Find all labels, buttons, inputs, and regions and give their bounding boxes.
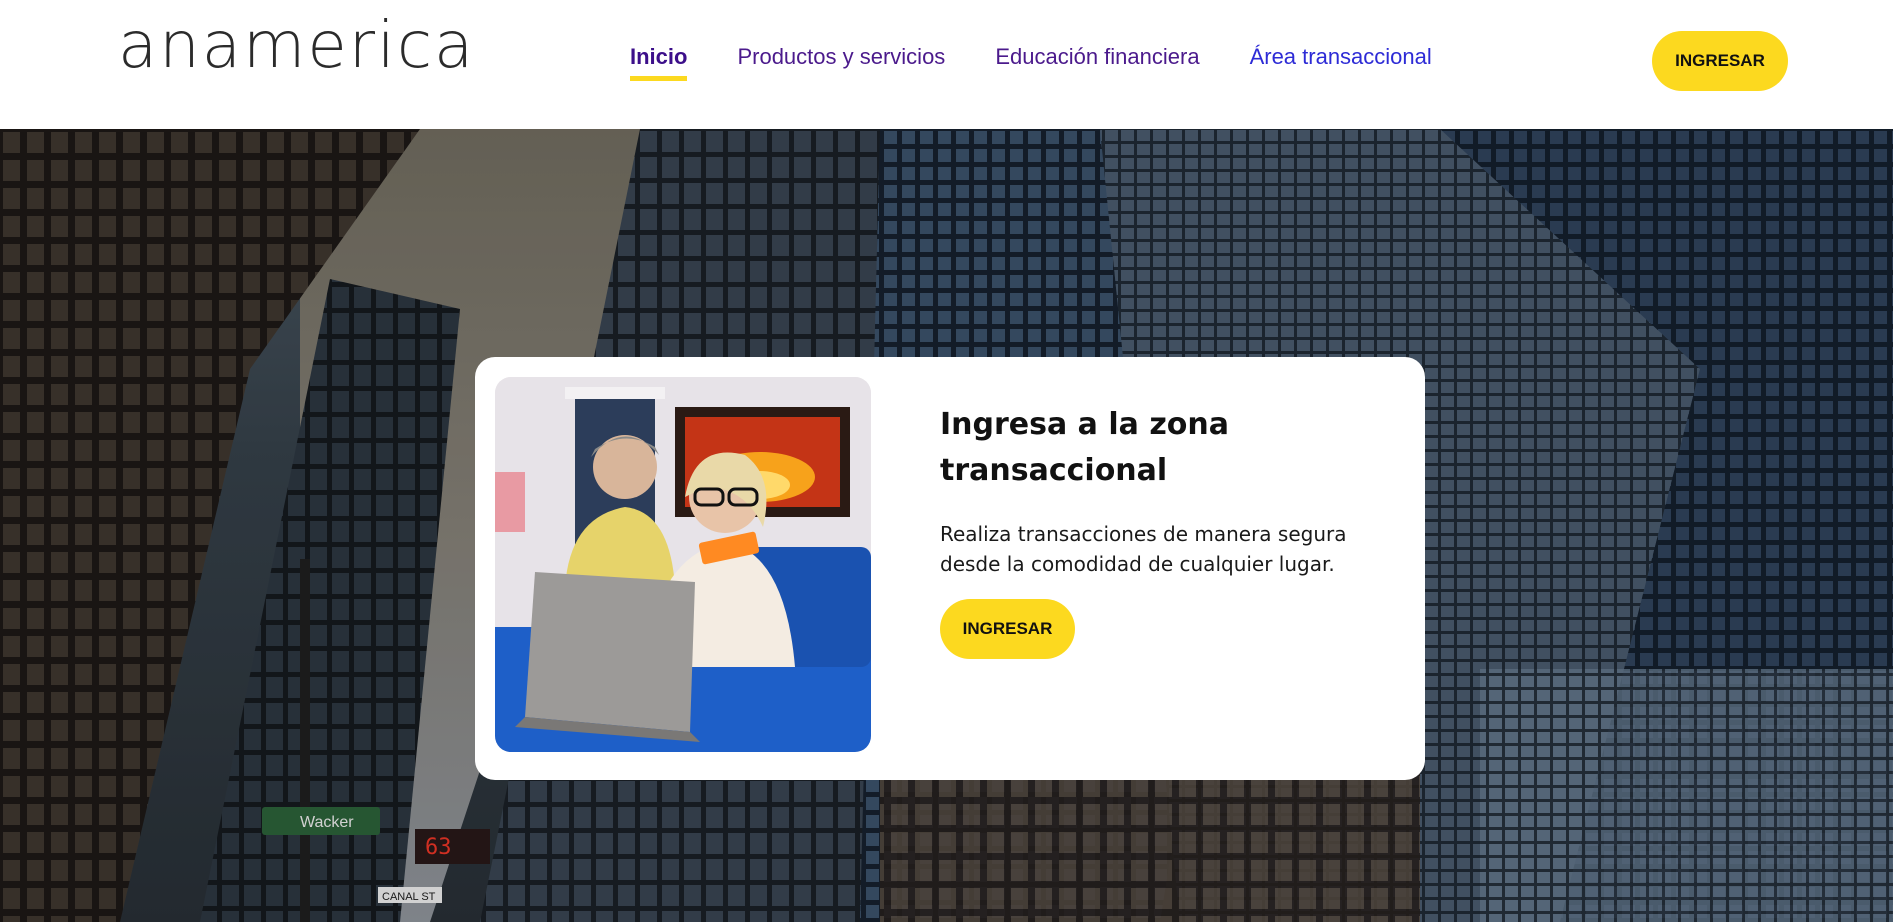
top-header: anamerica Inicio Productos y servicios E… (0, 0, 1893, 129)
couple-with-laptop-illustration (495, 377, 871, 752)
nav-item-productos-servicios[interactable]: Productos y servicios (737, 44, 945, 81)
card-title: Ingresa a la zona transaccional (940, 407, 1230, 488)
main-navigation: Inicio Productos y servicios Educación f… (630, 44, 1482, 81)
nav-item-educacion-financiera[interactable]: Educación financiera (995, 44, 1199, 81)
card-description: Realiza transacciones de manera segura d… (940, 522, 1347, 576)
card-login-button[interactable]: INGRESAR (940, 599, 1075, 659)
card-photo (495, 377, 871, 752)
nav-item-inicio[interactable]: Inicio (630, 44, 688, 81)
nav-item-area-transaccional[interactable]: Área transaccional (1250, 44, 1432, 81)
brand-logo[interactable]: anamerica (118, 14, 475, 78)
transaction-card: Ingresa a la zona transaccional Realiza … (475, 357, 1425, 780)
header-login-button[interactable]: INGRESAR (1652, 31, 1788, 91)
